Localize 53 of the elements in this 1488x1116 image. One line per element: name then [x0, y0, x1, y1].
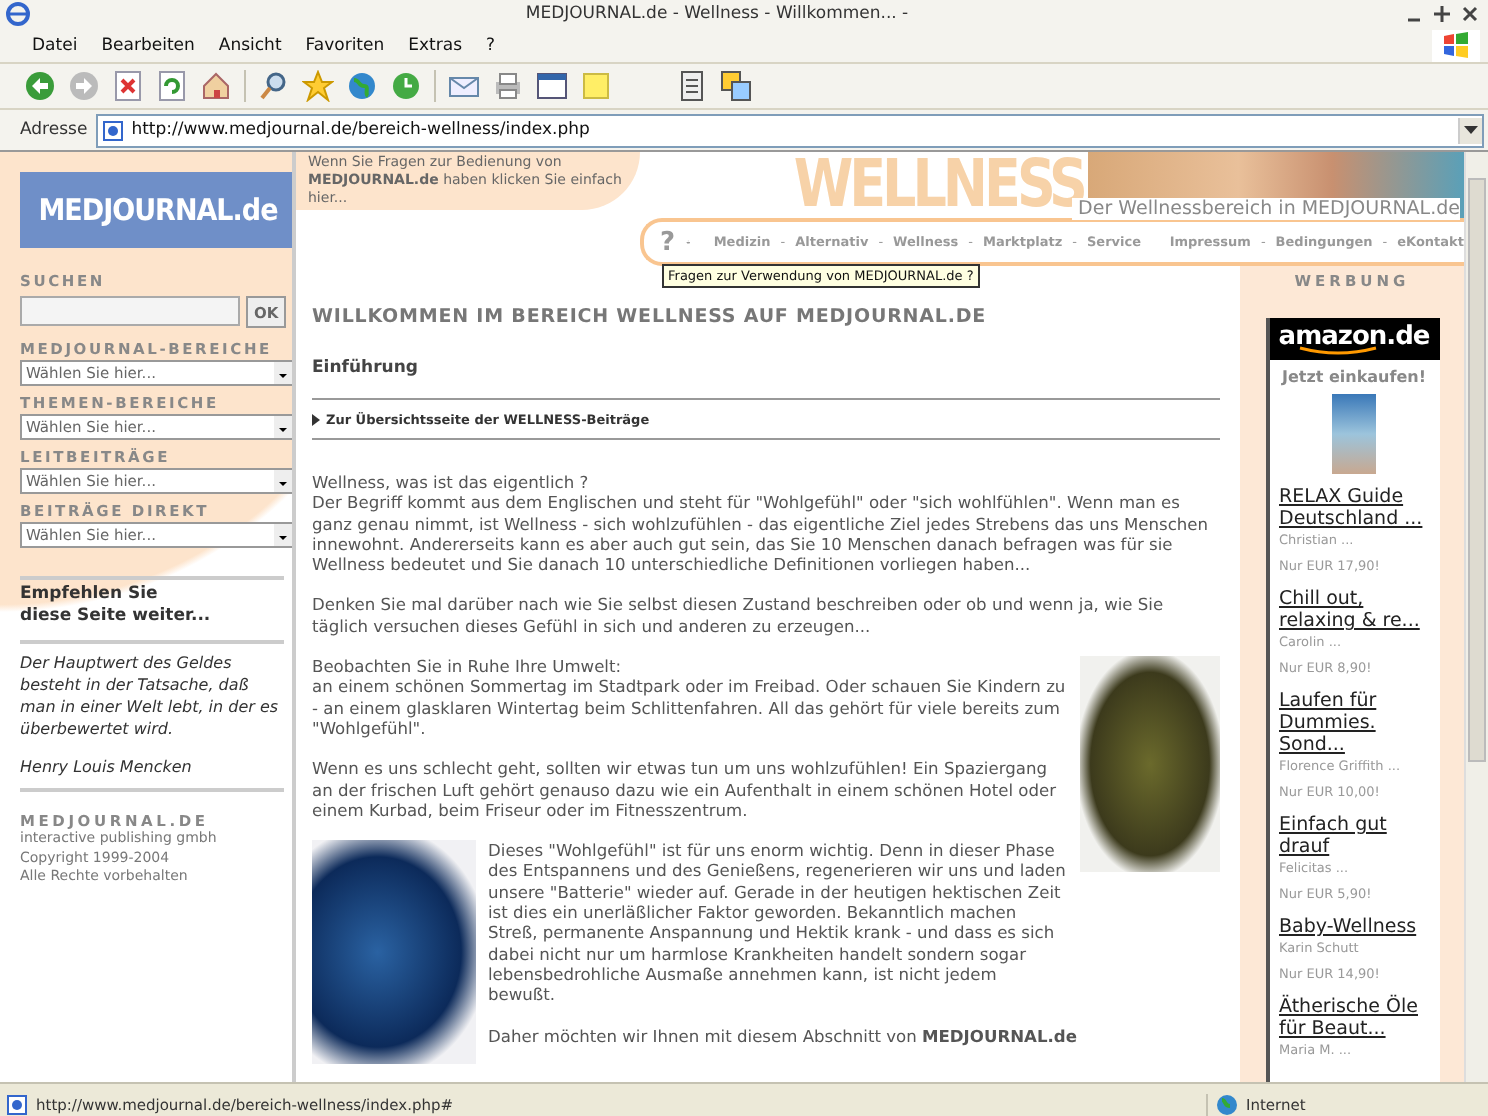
window-title: MEDJOURNAL.de - Wellness - Willkommen... -: [523, 4, 911, 24]
product-link[interactable]: RELAX Guide Deutschland ...: [1279, 486, 1431, 530]
menu-item[interactable]: Favoriten: [305, 35, 385, 55]
body-paragraph: Wenn es uns schlecht geht, sollten wir etwas tun um uns wohlzufühlen! Ein Spaziergang an der frischen Luft gehört genauso dazu wie ein Aufenthalt in einem schönen Hotel oder einem Kurbad, beim Friseur oder im Fitnesszentrum.: [312, 758, 1058, 821]
book-cover-placeholder[interactable]: [1332, 394, 1376, 474]
dropdown-arrow-icon[interactable]: [1464, 126, 1478, 134]
menu-item[interactable]: Bearbeiten: [101, 35, 195, 55]
triangle-icon: [312, 414, 320, 426]
address-label: Adresse: [20, 120, 88, 140]
ad-tagline: Jetzt einkaufen!: [1279, 368, 1429, 386]
globe-icon: [1216, 1093, 1238, 1115]
book-icon[interactable]: [676, 70, 708, 102]
section-heading: Einführung: [312, 358, 420, 378]
product-link[interactable]: Laufen für Dummies. Sond...: [1279, 690, 1431, 756]
product-link[interactable]: Einfach gut drauf: [1279, 814, 1431, 858]
scroll-thumb[interactable]: [1468, 178, 1486, 762]
amazon-logo[interactable]: amazon.de: [1269, 318, 1439, 360]
star-icon[interactable]: [302, 70, 334, 102]
refresh-icon[interactable]: [156, 70, 188, 102]
search-field[interactable]: [20, 296, 240, 326]
page-icon: [101, 119, 124, 141]
search-icon[interactable]: [258, 70, 290, 102]
body-paragraph: Beobachten Sie in Ruhe Ihre Umwelt: an einem schönen Sommertag im Stadtpark oder im Freibad. Oder schauen Sie Kindern zu - an einem glasklaren Wintertag beim Schlittenfahren. All das gehört für viele bereits zum "Wohlgefühl".: [312, 656, 1068, 739]
home-icon[interactable]: [200, 70, 232, 102]
menu-item[interactable]: Extras: [408, 35, 463, 55]
product-link[interactable]: Ätherische Öle für Beaut...: [1279, 996, 1431, 1040]
body-paragraph: Denken Sie mal darüber nach wie Sie selbst diesen Zustand beschreiben oder ob und wenn ja, wie Sie täglich versuchen dieses Gefühl in sich und anderen zu erzeugen...: [312, 594, 1166, 637]
windows-icon[interactable]: [720, 70, 752, 102]
windows-flag-icon: [1442, 32, 1470, 58]
body-paragraph: Daher möchten wir Ihnen mit diesem Abschnitt von MEDJOURNAL.de: [488, 1025, 1079, 1046]
quote-text: Der Hauptwert des Geldes besteht in der Tatsache, daß man in einer Welt lebt, in der es überbewertet wird.: [20, 652, 281, 740]
product-link[interactable]: Chill out, relaxing & re...: [1279, 588, 1431, 632]
menu-item[interactable]: Ansicht: [218, 35, 282, 55]
stop-icon[interactable]: [112, 70, 144, 102]
close-icon[interactable]: [1460, 4, 1480, 24]
product-link[interactable]: Baby-Wellness: [1279, 916, 1431, 938]
body-paragraph: Wellness, was ist das eigentlich ? Der Begriff kommt aus dem Englischen und steht für "Wohlgefühl" oder "sich wohlfühlen". Wenn man es ganz genau nimmt, ist Wellness - sich wohlzufühlen - das eigentliche Ziel jedes Strebens das uns Menschen innewohnt. Andererseits kann es aber auch gut sein, das Sie 10 Menschen danach befragen was für sie Wellness bedeutet und Sie danach 10 unterschiedliche Definitionen vorliegen haben...: [312, 472, 1211, 575]
printer-icon[interactable]: [492, 70, 524, 102]
section-subtitle: Der Wellnessbereich in MEDJOURNAL.de: [1072, 198, 1460, 220]
globe-icon[interactable]: [346, 70, 378, 102]
page-heading: WILLKOMMEN IM BEREICH WELLNESS AUF MEDJOURNAL.DE: [312, 306, 989, 328]
address-field[interactable]: http://www.medjournal.de/bereich-wellness/index.php: [95, 113, 1484, 147]
maximize-icon[interactable]: [1432, 4, 1452, 24]
menu-item[interactable]: ?: [486, 35, 496, 55]
menu-item[interactable]: Datei: [32, 35, 78, 55]
edit-window-icon[interactable]: [536, 70, 568, 102]
page-icon: [6, 1093, 28, 1115]
quote-author: Henry Louis Mencken: [20, 758, 194, 776]
scrollbar[interactable]: [1464, 152, 1488, 1082]
recommend-link[interactable]: Empfehlen Sie diese Seite weiter...: [20, 584, 292, 628]
globe-clock-icon[interactable]: [390, 70, 422, 102]
body-paragraph: Dieses "Wohlgefühl" ist für uns enorm wichtig. Denn in dieser Phase des Entspannens und des Genießens, regenerieren wir uns und laden unsere "Batterie" wieder auf. Gerade in der heutigen hektischen Zeit ist dies ein unerläßlicher Faktor geworden. Bekanntlich machen Streß, permanente Anspannung und Hektik krank - und dass es sich dabei nicht nur um harmlose Krankheiten handelt sondern sogar lebensbedrohliche Ausmaße annehmen kann, ist nicht jedem bewußt.: [488, 840, 1068, 1006]
back-icon[interactable]: [24, 70, 56, 102]
